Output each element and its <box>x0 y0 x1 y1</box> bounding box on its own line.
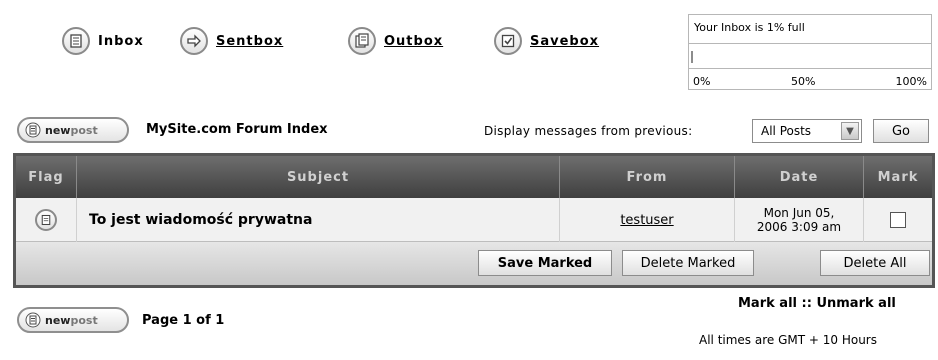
header-from: From <box>560 156 735 198</box>
header-mark: Mark <box>877 169 919 185</box>
inbox-usage-meter: Your Inbox is 1% full 0% 50% 100% <box>688 14 932 90</box>
new-post-label-new: new <box>45 123 71 137</box>
save-marked-button[interactable]: Save Marked <box>478 250 612 276</box>
mailbox-nav: Inbox Sentbox Outbox Savebox <box>62 27 662 59</box>
mark-links: Mark all :: Unmark all <box>738 296 896 311</box>
new-post-button-bottom[interactable]: newpost <box>17 307 129 333</box>
sentbox-link[interactable]: Sentbox <box>216 34 283 49</box>
new-post-label-post: post <box>70 123 98 137</box>
inbox-usage-title: Your Inbox is 1% full <box>694 21 805 34</box>
display-messages-label: Display messages from previous: <box>484 124 693 138</box>
row-flag-cell <box>16 198 77 242</box>
mailbox-sentbox[interactable]: Sentbox <box>180 27 283 55</box>
timezone-note: All times are GMT + 10 Hours <box>699 333 877 347</box>
savebox-check-icon <box>494 27 522 55</box>
tick-100: 100% <box>895 75 927 88</box>
page-info: Page 1 of 1 <box>142 313 225 328</box>
display-period-value: All Posts <box>761 124 812 138</box>
savebox-link[interactable]: Savebox <box>530 34 599 49</box>
breadcrumb-forum-index[interactable]: MySite.com Forum Index <box>146 122 328 137</box>
table-row: To jest wiadomość prywatna testuser Mon … <box>16 198 932 242</box>
message-date-line1: Mon Jun 05, <box>763 206 835 220</box>
go-button[interactable]: Go <box>873 119 929 143</box>
delete-marked-button[interactable]: Delete Marked <box>622 250 754 276</box>
outbox-icon <box>348 27 376 55</box>
header-subject: Subject <box>77 156 560 198</box>
table-actions: Save Marked Delete Marked Delete All <box>16 242 932 285</box>
header-flag: Flag <box>16 156 77 198</box>
delete-all-button[interactable]: Delete All <box>820 250 930 276</box>
outbox-link[interactable]: Outbox <box>384 34 443 49</box>
message-date-line2: 2006 3:09 am <box>756 220 842 234</box>
new-post-button-top[interactable]: newpost <box>17 117 129 143</box>
message-subject-link[interactable]: To jest wiadomość prywatna <box>77 198 560 242</box>
inbox-icon <box>62 27 90 55</box>
message-date: Mon Jun 05, 2006 3:09 am <box>735 198 864 242</box>
new-post-label-post: post <box>70 313 98 327</box>
mark-separator: :: <box>801 296 812 311</box>
mailbox-inbox[interactable]: Inbox <box>62 27 144 55</box>
display-period-select[interactable]: All Posts ▼ <box>752 119 862 143</box>
row-mark-cell <box>864 198 932 242</box>
mailbox-savebox[interactable]: Savebox <box>494 27 599 55</box>
message-from-link[interactable]: testuser <box>560 198 735 242</box>
unmark-all-link[interactable]: Unmark all <box>816 296 895 311</box>
tick-50: 50% <box>791 75 816 88</box>
chevron-down-icon: ▼ <box>841 122 859 140</box>
new-post-icon <box>25 312 41 328</box>
new-post-label-new: new <box>45 313 71 327</box>
message-read-icon <box>35 209 57 231</box>
table-header: Flag Subject From Date Mark <box>16 156 932 198</box>
mailbox-outbox[interactable]: Outbox <box>348 27 443 55</box>
mark-all-link[interactable]: Mark all <box>738 296 797 311</box>
inbox-label: Inbox <box>98 33 144 49</box>
message-table: Flag Subject From Date Mark To jest wiad… <box>13 153 935 288</box>
inbox-usage-bar <box>689 43 931 69</box>
tick-0: 0% <box>693 75 711 88</box>
header-date: Date <box>735 156 864 198</box>
mark-checkbox[interactable] <box>890 212 906 228</box>
new-post-icon <box>25 122 41 138</box>
sentbox-arrow-icon <box>180 27 208 55</box>
inbox-usage-fill <box>691 51 693 63</box>
